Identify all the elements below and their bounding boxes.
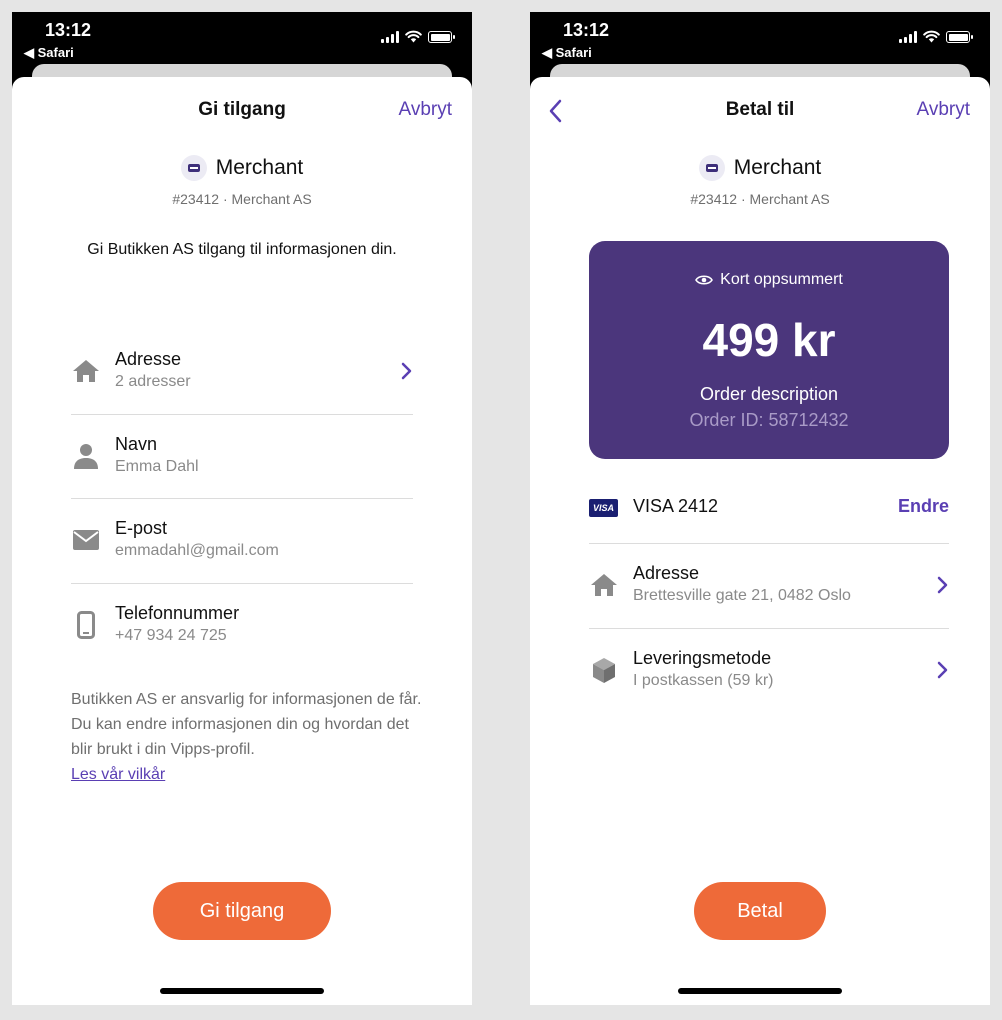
order-id: Order ID: 58712432 bbox=[689, 410, 849, 430]
merchant-header: Merchant bbox=[12, 155, 472, 181]
list-item-phone: Telefonnummer +47 934 24 725 bbox=[71, 584, 413, 669]
merchant-id: #23412 · Merchant AS bbox=[172, 191, 312, 207]
change-card-button[interactable]: Endre bbox=[898, 496, 949, 517]
wifi-icon bbox=[923, 30, 940, 43]
list-item-title: E-post bbox=[115, 518, 168, 538]
phone-icon bbox=[71, 610, 101, 640]
list-item-value: Emma Dahl bbox=[115, 457, 199, 475]
merchant-id: #23412 · Merchant AS bbox=[690, 191, 830, 207]
back-to-safari-link[interactable]: ◀ Safari bbox=[24, 45, 74, 61]
summary-label: Kort oppsummert bbox=[720, 271, 843, 288]
access-intro-text: Gi Butikken AS tilgang til informasjonen… bbox=[87, 241, 397, 258]
payment-sheet: Betal til Avbryt Merchant #23412 · Merch… bbox=[530, 77, 990, 1005]
mail-icon bbox=[71, 525, 101, 555]
list-item-title: Navn bbox=[115, 433, 158, 454]
person-icon bbox=[71, 441, 101, 471]
cellular-signal-icon bbox=[381, 31, 399, 43]
list-item-card: VISA VISA 2412 Endre bbox=[589, 469, 949, 544]
list-item-value: 2 adresser bbox=[115, 373, 191, 390]
order-description: Order description bbox=[699, 384, 839, 404]
phone-screen-payment: 13:12 ◀ Safari Betal til Avbryt Merchant bbox=[530, 12, 990, 1005]
merchant-logo-icon bbox=[698, 155, 725, 181]
list-item-title: Leveringsmetode bbox=[633, 647, 772, 668]
status-bar: 13:12 ◀ Safari bbox=[12, 12, 472, 64]
disclaimer-body: Butikken AS er ansvarlig for informasjon… bbox=[71, 691, 422, 758]
terms-link[interactable]: Les vår vilkår bbox=[71, 766, 165, 783]
back-to-safari-link[interactable]: ◀ Safari bbox=[542, 45, 592, 61]
list-item-title: Adresse bbox=[115, 349, 182, 369]
eye-icon bbox=[695, 275, 714, 285]
merchant-name: Merchant bbox=[215, 156, 304, 179]
chevron-right-icon bbox=[937, 661, 948, 678]
list-item-name: Navn Emma Dahl bbox=[71, 415, 413, 499]
chevron-right-icon bbox=[401, 362, 412, 380]
wifi-icon bbox=[405, 30, 422, 43]
home-indicator[interactable] bbox=[160, 988, 324, 994]
battery-icon bbox=[428, 31, 455, 43]
list-item-value: I postkassen (59 kr) bbox=[633, 671, 774, 689]
cancel-button[interactable]: Avbryt bbox=[916, 99, 970, 121]
visa-icon: VISA bbox=[589, 499, 618, 517]
package-icon bbox=[589, 655, 619, 685]
list-item-title: Adresse bbox=[633, 563, 700, 583]
status-bar: 13:12 ◀ Safari bbox=[530, 12, 990, 64]
list-item-value: +47 934 24 725 bbox=[115, 626, 227, 644]
order-summary-card: Kort oppsummert 499 kr Order description… bbox=[589, 241, 949, 459]
merchant-name: Merchant bbox=[733, 156, 822, 179]
chevron-right-icon bbox=[937, 576, 948, 594]
merchant-logo-icon bbox=[180, 155, 207, 181]
list-item-value: Brettesville gate 21, 0482 Oslo bbox=[633, 587, 851, 604]
cancel-button[interactable]: Avbryt bbox=[398, 99, 452, 121]
info-list: Adresse 2 adresser Navn Emma Dahl E-post… bbox=[71, 330, 413, 668]
status-time: 13:12 bbox=[45, 20, 92, 40]
grant-access-button[interactable]: Gi tilgang bbox=[153, 882, 331, 940]
list-item-address[interactable]: Adresse 2 adresser bbox=[71, 330, 413, 415]
cellular-signal-icon bbox=[899, 31, 917, 43]
pay-button[interactable]: Betal bbox=[694, 882, 826, 940]
home-icon bbox=[71, 356, 101, 386]
merchant-header: Merchant bbox=[530, 155, 990, 181]
disclaimer-text: Butikken AS er ansvarlig for informasjon… bbox=[71, 687, 422, 787]
list-item-title: Telefonnummer bbox=[115, 602, 240, 623]
total-amount: 499 kr bbox=[702, 314, 836, 366]
list-item-address[interactable]: Adresse Brettesville gate 21, 0482 Oslo bbox=[589, 544, 949, 629]
phone-screen-access: 13:12 ◀ Safari Gi tilgang Avbryt Merchan… bbox=[12, 12, 472, 1005]
list-item-delivery[interactable]: Leveringsmetode I postkassen (59 kr) bbox=[589, 629, 949, 714]
home-icon bbox=[589, 570, 619, 600]
access-sheet: Gi tilgang Avbryt Merchant #23412 · Merc… bbox=[12, 77, 472, 1005]
home-indicator[interactable] bbox=[678, 988, 842, 994]
card-label: VISA 2412 bbox=[633, 496, 719, 516]
list-item-email: E-post emmadahl@gmail.com bbox=[71, 499, 413, 584]
status-time: 13:12 bbox=[563, 20, 610, 40]
battery-icon bbox=[946, 31, 973, 43]
list-item-value: emmadahl@gmail.com bbox=[115, 542, 279, 559]
payment-details-list: VISA VISA 2412 Endre Adresse Brettesvill… bbox=[589, 469, 949, 713]
